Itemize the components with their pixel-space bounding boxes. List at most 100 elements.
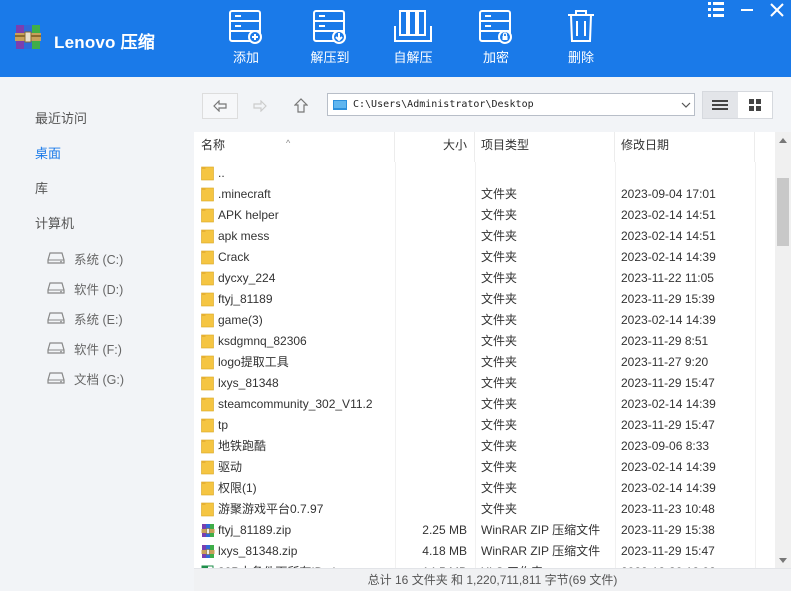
drive-d[interactable]: 软件 (D:) (47, 279, 123, 297)
file-size (395, 478, 467, 499)
file-name: steamcommunity_302_V11.2 (218, 397, 373, 411)
file-size: 2.25 MB (422, 523, 467, 537)
column-type[interactable]: 项目类型 (475, 132, 615, 162)
scrollbar-thumb[interactable] (777, 178, 789, 246)
view-toggle (702, 91, 773, 119)
address-bar[interactable]: C:\Users\Administrator\Desktop (327, 93, 695, 116)
self-extract-button[interactable]: 自解压 (383, 8, 443, 68)
encrypt-button[interactable]: 加密 (466, 8, 526, 68)
file-row[interactable]: logo提取工具 文件夹 2023-11-27 9:20 (194, 352, 774, 373)
minimize-button[interactable] (736, 0, 758, 20)
file-row[interactable]: lxys_81348.zip 4.18 MB WinRAR ZIP 压缩文件 2023… (194, 541, 774, 562)
file-name: apk mess (218, 229, 270, 243)
file-row[interactable]: game(3) 文件夹 2023-02-14 14:39 (194, 310, 774, 331)
file-name: ftyj_81189.zip (218, 523, 292, 537)
drive-g[interactable]: 文档 (G:) (47, 369, 124, 387)
file-name: tp (218, 418, 229, 432)
delete-icon (568, 10, 594, 42)
menu-icon (708, 2, 724, 17)
file-type: 文件夹 (481, 376, 518, 390)
file-name-cell: 地铁跑酷 (201, 436, 391, 457)
column-name[interactable]: 名称 ^ (194, 132, 395, 162)
file-row[interactable]: ksdgmnq_82306 文件夹 2023-11-29 8:51 (194, 331, 774, 352)
file-size (395, 184, 467, 205)
folder-icon (201, 502, 215, 518)
folder-icon (201, 334, 215, 350)
file-name-cell: ksdgmnq_82306 (201, 331, 391, 352)
file-name: .. (218, 166, 225, 180)
extract-to-button[interactable]: 解压到 (300, 8, 360, 68)
scroll-down-button[interactable] (775, 552, 791, 568)
up-button[interactable] (283, 93, 319, 119)
sidebar-item-desktop[interactable]: 桌面 (35, 143, 61, 162)
file-name-cell: 游聚游戏平台0.7.97 (201, 499, 391, 520)
file-date: 2023-11-29 15:47 (621, 544, 715, 558)
file-date: 2023-02-14 14:39 (621, 313, 716, 327)
sidebar-item-computer[interactable]: 计算机 (35, 213, 74, 232)
file-date: 2023-11-29 15:47 (621, 376, 715, 390)
close-button[interactable] (766, 0, 788, 20)
file-type: 文件夹 (481, 250, 518, 264)
file-row[interactable]: ftyj_81189 文件夹 2023-11-29 15:39 (194, 289, 774, 310)
address-path: C:\Users\Administrator\Desktop (353, 99, 534, 110)
folder-icon (201, 439, 215, 455)
file-type: WinRAR ZIP 压缩文件 (481, 544, 601, 558)
forward-button[interactable] (242, 93, 278, 119)
file-row[interactable]: 地铁跑酷 文件夹 2023-09-06 8:33 (194, 436, 774, 457)
sidebar-item-library[interactable]: 库 (35, 178, 48, 197)
back-button[interactable] (202, 93, 238, 119)
file-date: 2023-02-14 14:51 (621, 229, 716, 243)
file-row[interactable]: Crack 文件夹 2023-02-14 14:39 (194, 247, 774, 268)
file-name: ftyj_81189 (218, 292, 273, 306)
drive-e[interactable]: 系统 (E:) (47, 309, 123, 327)
file-name-cell: ftyj_81189 (201, 289, 391, 310)
delete-button[interactable]: 删除 (551, 8, 611, 68)
drive-c[interactable]: 系统 (C:) (47, 249, 123, 267)
add-button[interactable]: 添加 (216, 8, 276, 68)
drive-f[interactable]: 软件 (F:) (47, 339, 122, 357)
column-date[interactable]: 修改日期 (615, 132, 755, 162)
extract-to-icon (313, 10, 346, 44)
file-row[interactable]: APK helper 文件夹 2023-02-14 14:51 (194, 205, 774, 226)
file-size (395, 499, 467, 520)
file-size (395, 394, 467, 415)
file-row[interactable]: 驱动 文件夹 2023-02-14 14:39 (194, 457, 774, 478)
chevron-down-icon[interactable] (678, 102, 694, 108)
vertical-scrollbar[interactable] (775, 132, 791, 568)
drive-label: 文档 (G:) (74, 372, 124, 387)
file-type: 文件夹 (481, 439, 518, 453)
close-icon (770, 3, 784, 17)
column-size[interactable]: 大小 (395, 132, 475, 162)
folder-icon (201, 187, 215, 203)
grid-view-button[interactable] (738, 92, 773, 118)
file-name-cell: .minecraft (201, 184, 391, 205)
file-name: lxys_81348 (218, 376, 279, 390)
file-row[interactable]: dycxy_224 文件夹 2023-11-22 11:05 (194, 268, 774, 289)
navigation-toolbar: C:\Users\Administrator\Desktop (194, 77, 791, 132)
file-name-cell: apk mess (201, 226, 391, 247)
file-list: 名称 ^ 大小 项目类型 修改日期 .. .minecraft 文件夹 2023-09… (194, 132, 791, 568)
file-row[interactable]: 权限(1) 文件夹 2023-02-14 14:39 (194, 478, 774, 499)
file-name: lxys_81348.zip (218, 544, 298, 558)
file-row[interactable]: .minecraft 文件夹 2023-09-04 17:01 (194, 184, 774, 205)
file-row[interactable]: steamcommunity_302_V11.2 文件夹 2023-02-14 14… (194, 394, 774, 415)
file-row[interactable]: tp 文件夹 2023-11-29 15:47 (194, 415, 774, 436)
grid-view-icon (748, 99, 761, 111)
file-row[interactable]: apk mess 文件夹 2023-02-14 14:51 (194, 226, 774, 247)
file-row[interactable]: 游聚游戏平台0.7.97 文件夹 2023-11-23 10:48 (194, 499, 774, 520)
file-row[interactable]: ftyj_81189.zip 2.25 MB WinRAR ZIP 压缩文件 2023… (194, 520, 774, 541)
file-type: 文件夹 (481, 334, 518, 348)
file-type: 文件夹 (481, 418, 518, 432)
file-date: 2023-11-29 15:47 (621, 418, 715, 432)
file-name-cell: lxys_81348.zip (201, 541, 391, 562)
scroll-up-button[interactable] (775, 132, 791, 148)
file-type: 文件夹 (481, 187, 518, 201)
list-view-button[interactable] (703, 92, 738, 118)
file-size (395, 352, 467, 373)
file-row[interactable]: .. (194, 163, 774, 184)
file-row[interactable]: lxys_81348 文件夹 2023-11-29 15:47 (194, 373, 774, 394)
arrow-left-icon (213, 100, 227, 112)
sidebar-item-recent[interactable]: 最近访问 (35, 108, 87, 127)
file-name-cell: 驱动 (201, 457, 391, 478)
menu-button[interactable] (705, 0, 727, 20)
